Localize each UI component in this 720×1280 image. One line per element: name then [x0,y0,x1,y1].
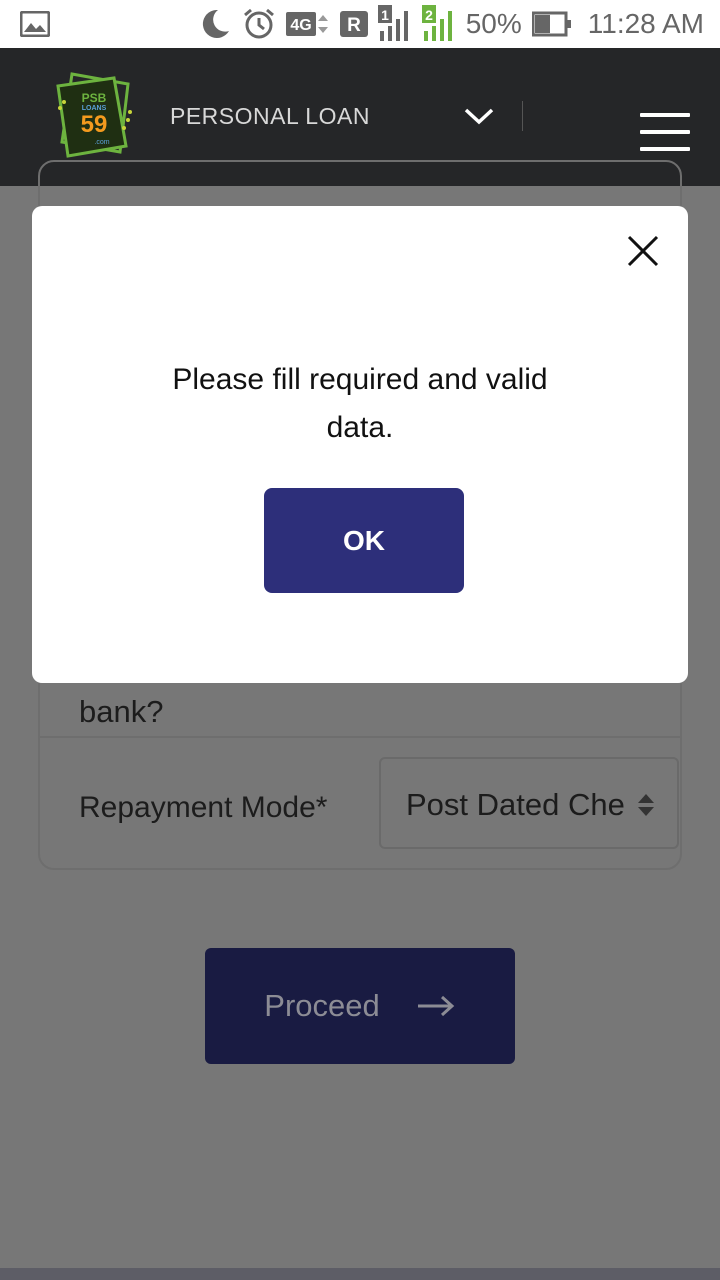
svg-text:59: 59 [81,111,108,138]
battery-icon [531,10,572,38]
svg-text:1: 1 [381,7,389,23]
battery-percent: 50% [465,8,522,39]
proceed-label: Proceed [264,988,380,1023]
product-selector-label[interactable]: PERSONAL LOAN [170,103,370,130]
validation-alert-dialog: Please fill required and valid data. OK [32,206,688,683]
header-divider [522,101,523,131]
proceed-button[interactable]: Proceed [205,948,515,1064]
repayment-mode-label: Repayment Mode* [79,791,328,824]
repayment-mode-value: Post Dated Cheque [406,787,626,822]
arrow-right-icon [417,995,454,1017]
do-not-disturb-moon-icon [198,7,232,41]
select-updown-icon [638,794,654,816]
repayment-mode-select[interactable]: Post Dated Cheque [379,757,679,849]
chevron-down-icon[interactable] [462,104,496,128]
status-bar: 4G R 1 2 50% 11:28 AM [0,0,720,48]
svg-text:R: R [347,15,361,36]
svg-text:PSB: PSB [82,91,107,105]
close-icon[interactable] [626,234,660,268]
bottom-strip [0,1268,720,1280]
ok-button[interactable]: OK [264,488,464,593]
sim2-signal-icon: 2 [421,5,456,43]
menu-bar [640,147,690,151]
roaming-icon: R [339,9,368,39]
psb-loans-59-logo[interactable]: PSB LOANS 59 .com [54,72,134,162]
clock-time: 11:28 AM [587,8,704,39]
sim1-signal-icon: 1 [377,5,412,43]
svg-text:.com: .com [94,139,109,146]
form-row-divider [40,736,680,738]
alarm-icon [242,7,276,41]
menu-bar [640,130,690,134]
network-type-icon: 4G [285,9,330,39]
gallery-notification-icon [20,11,50,37]
svg-text:4G: 4G [290,17,311,34]
menu-bar [640,113,690,117]
menu-hamburger-icon[interactable] [640,113,690,151]
bank-question-label: bank? [79,694,164,729]
alert-message: Please fill required and valid data. [172,363,548,444]
svg-text:2: 2 [425,7,433,23]
